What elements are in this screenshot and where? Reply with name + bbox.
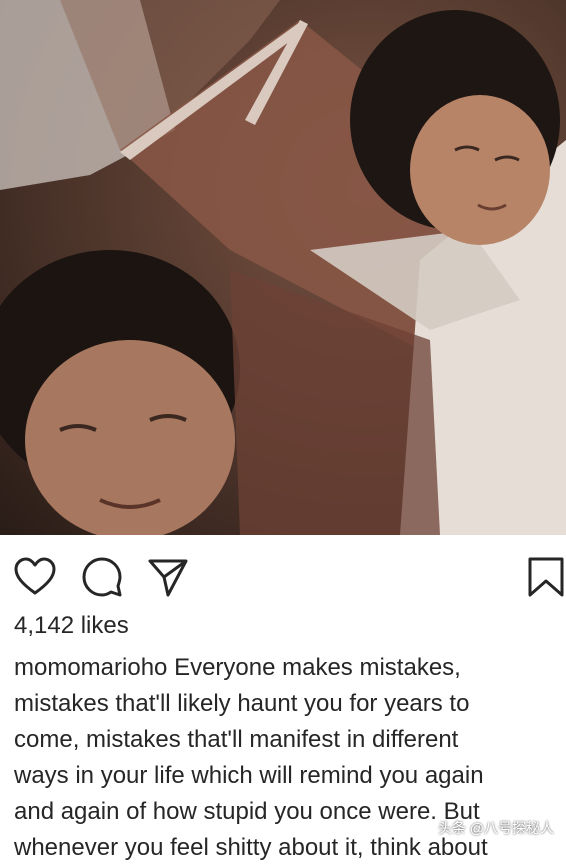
share-button[interactable] [146,555,190,599]
caption-line: mistakes that'll likely haunt you for ye… [14,690,470,717]
post-action-bar [0,535,566,611]
username-link[interactable]: momomarioho [14,654,167,681]
heart-icon [14,557,56,595]
comment-button[interactable] [80,555,124,599]
comment-icon [82,557,122,597]
caption-line: momomarioho Everyone makes mistakes, [14,650,559,686]
watermark: 头条 @八号探秘人 [437,820,554,836]
save-button[interactable] [524,555,566,599]
caption-text: Everyone makes mistakes, [174,654,461,681]
like-button[interactable] [13,555,57,599]
likes-count[interactable]: 4,142 likes [14,612,129,640]
photo-illustration [0,0,566,535]
caption-line: ways in your life which will remind you … [14,762,484,789]
bookmark-icon [528,557,564,597]
caption-line: come, mistakes that'll manifest in diffe… [14,726,459,753]
send-icon [148,559,188,597]
post-photo[interactable] [0,0,566,535]
